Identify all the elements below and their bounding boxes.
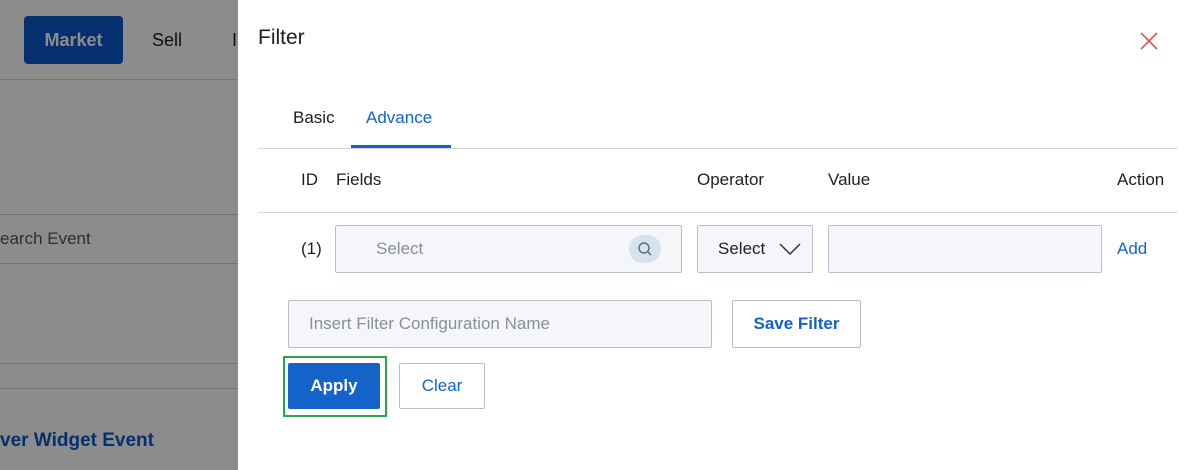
chevron-down-icon xyxy=(778,239,802,259)
row-id: (1) xyxy=(301,239,322,258)
filter-tabs: Basic Advance xyxy=(258,96,1178,149)
header-value: Value xyxy=(828,170,871,189)
header-action: Action xyxy=(1117,170,1165,189)
config-name-placeholder: Insert Filter Configuration Name xyxy=(309,314,550,333)
apply-button[interactable]: Apply xyxy=(288,363,380,409)
header-fields: Fields xyxy=(336,170,382,189)
value-input[interactable] xyxy=(828,225,1102,273)
fields-select-input[interactable]: Select xyxy=(335,225,682,273)
fields-placeholder: Select xyxy=(376,239,424,258)
filter-config-name-input[interactable]: Insert Filter Configuration Name xyxy=(288,300,712,348)
header-operator: Operator xyxy=(697,170,765,189)
tab-basic[interactable]: Basic xyxy=(293,108,335,128)
search-icon[interactable] xyxy=(629,235,661,263)
close-icon xyxy=(1140,32,1158,50)
close-button[interactable] xyxy=(1136,28,1162,54)
add-row-link[interactable]: Add xyxy=(1117,239,1147,259)
drawer-title: Filter xyxy=(258,26,305,49)
header-id: ID xyxy=(301,170,318,189)
operator-value: Select xyxy=(718,239,766,258)
tab-advance[interactable]: Advance xyxy=(366,108,432,128)
active-tab-indicator xyxy=(351,145,451,148)
operator-select[interactable]: Select xyxy=(697,225,813,273)
filter-drawer: Filter Basic Advance ID Fields Operator … xyxy=(238,0,1193,470)
clear-button[interactable]: Clear xyxy=(399,363,485,409)
save-filter-button[interactable]: Save Filter xyxy=(732,300,861,348)
header-divider xyxy=(258,212,1178,213)
